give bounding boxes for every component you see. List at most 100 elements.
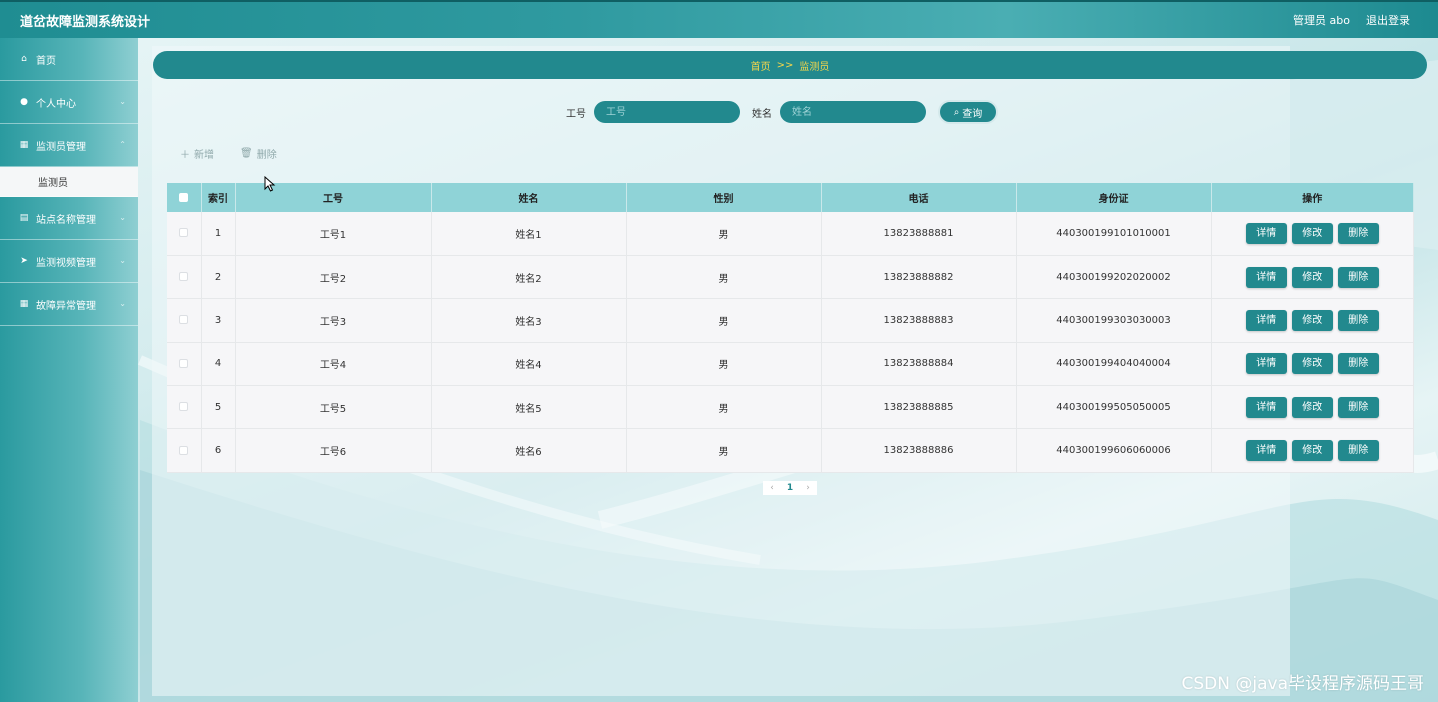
delete-button[interactable]: 删除 [1337,266,1379,288]
trash-icon: 🗑 [240,148,253,159]
col-header-id-card: 身份证 [1016,183,1212,212]
cell-ops: 详情 修改 删除 [1211,385,1414,430]
breadcrumb-home[interactable]: 首页 [751,58,771,73]
edit-button[interactable]: 修改 [1291,222,1333,244]
row-select-cell[interactable] [167,385,202,430]
delete-button[interactable]: 删除 [1337,396,1379,418]
row-select-cell[interactable] [167,298,202,343]
sidebar-item-video[interactable]: ➤ 监测视频管理 ⌄ [0,240,138,283]
sidebar-item-label: 站点名称管理 [36,214,96,226]
bulk-delete-button[interactable]: 🗑 删除 [240,146,277,161]
cell-phone: 13823888883 [821,298,1017,343]
cell-index: 5 [201,385,236,430]
edit-button[interactable]: 修改 [1291,440,1333,462]
cell-ops: 详情 修改 删除 [1211,298,1414,343]
cell-index: 3 [201,298,236,343]
cell-job: 工号6 [235,428,432,473]
name-search-input[interactable] [780,101,926,123]
row-checkbox[interactable] [179,402,189,412]
edit-button[interactable]: 修改 [1291,396,1333,418]
cell-gender: 男 [626,212,822,256]
select-all-checkbox[interactable] [179,192,189,202]
sidebar: ⌂ 首页 ● 个人中心 ⌄ ▦ 监测员管理 ⌃ 监测员 ▤ 站点名称管理 ⌄ ➤… [0,38,138,702]
row-select-cell[interactable] [167,212,202,256]
mouse-cursor-icon [264,176,276,192]
cell-id-card: 440300199303030003 [1016,298,1212,343]
col-header-phone: 电话 [821,183,1017,212]
col-header-gender: 性别 [626,183,822,212]
edit-button[interactable]: 修改 [1291,353,1333,375]
user-area: 管理员 abo 退出登录 [1293,12,1410,28]
cell-gender: 男 [626,428,822,473]
row-checkbox[interactable] [179,272,189,282]
cell-job: 工号3 [235,298,432,343]
plus-icon: ＋ [180,150,190,161]
cell-gender: 男 [626,342,822,387]
cell-name: 姓名5 [431,385,627,430]
delete-label: 删除 [256,150,277,161]
sidebar-item-monitor-staff[interactable]: ▦ 监测员管理 ⌃ [0,124,138,167]
chevron-up-icon: ⌃ [119,140,126,149]
user-label: 管理员 abo [1293,14,1350,27]
job-search-input[interactable] [594,101,740,123]
delete-button[interactable]: 删除 [1337,353,1379,375]
detail-button[interactable]: 详情 [1245,396,1287,418]
cell-phone: 13823888881 [821,212,1017,256]
row-select-cell[interactable] [167,428,202,473]
cell-job: 工号1 [235,212,432,256]
grid-icon: ▦ [19,299,29,309]
edit-button[interactable]: 修改 [1291,266,1333,288]
cell-phone: 13823888886 [821,428,1017,473]
main-content: 首页 >> 监测员 工号 姓名 ⌕ 查询 ＋ 新增 🗑 删除 索引 工号 姓名 [138,38,1438,702]
cell-name: 姓名6 [431,428,627,473]
top-bar: 道岔故障监测系统设计 管理员 abo 退出登录 [0,0,1438,38]
cell-gender: 男 [626,385,822,430]
delete-button[interactable]: 删除 [1337,222,1379,244]
prev-page-button[interactable]: ‹ [763,481,781,495]
breadcrumb: 首页 >> 监测员 [153,51,1427,79]
sidebar-item-profile[interactable]: ● 个人中心 ⌄ [0,81,138,124]
row-select-cell[interactable] [167,342,202,387]
cell-job: 工号5 [235,385,432,430]
cell-ops: 详情 修改 删除 [1211,212,1414,256]
chevron-down-icon: ⌄ [119,97,126,106]
row-checkbox[interactable] [179,228,189,238]
next-page-button[interactable]: › [799,481,817,495]
row-checkbox[interactable] [179,315,189,325]
pagination: ‹ 1 › [763,481,817,495]
cell-name: 姓名4 [431,342,627,387]
clipboard-icon: ▤ [19,213,29,223]
page-number[interactable]: 1 [781,481,799,495]
sidebar-item-station[interactable]: ▤ 站点名称管理 ⌄ [0,197,138,240]
detail-button[interactable]: 详情 [1245,353,1287,375]
row-select-cell[interactable] [167,255,202,300]
sidebar-subitem-monitor[interactable]: 监测员 [0,167,138,197]
sidebar-item-home[interactable]: ⌂ 首页 [0,38,138,81]
delete-button[interactable]: 删除 [1337,440,1379,462]
sidebar-item-fault[interactable]: ▦ 故障异常管理 ⌄ [0,283,138,326]
name-label: 姓名 [752,108,772,120]
row-checkbox[interactable] [179,445,189,455]
select-all-cell[interactable] [167,183,202,212]
row-checkbox[interactable] [179,358,189,368]
cell-gender: 男 [626,298,822,343]
edit-button[interactable]: 修改 [1291,309,1333,331]
detail-button[interactable]: 详情 [1245,266,1287,288]
delete-button[interactable]: 删除 [1337,309,1379,331]
logout-link[interactable]: 退出登录 [1366,12,1410,28]
table-row: 4 工号4 姓名4 男 13823888884 4403001994040400… [167,342,1414,387]
job-label: 工号 [566,108,586,120]
cell-ops: 详情 修改 删除 [1211,342,1414,387]
detail-button[interactable]: 详情 [1245,222,1287,244]
add-button[interactable]: ＋ 新增 [180,146,214,161]
search-button[interactable]: ⌕ 查询 [938,100,998,124]
breadcrumb-current: 监测员 [799,61,830,73]
cell-job: 工号2 [235,255,432,300]
cell-id-card: 440300199202020002 [1016,255,1212,300]
table-row: 1 工号1 姓名1 男 13823888881 4403001991010100… [167,212,1414,256]
cell-index: 6 [201,428,236,473]
chevron-down-icon: ⌄ [119,299,126,308]
detail-button[interactable]: 详情 [1245,440,1287,462]
cell-index: 1 [201,212,236,256]
detail-button[interactable]: 详情 [1245,309,1287,331]
